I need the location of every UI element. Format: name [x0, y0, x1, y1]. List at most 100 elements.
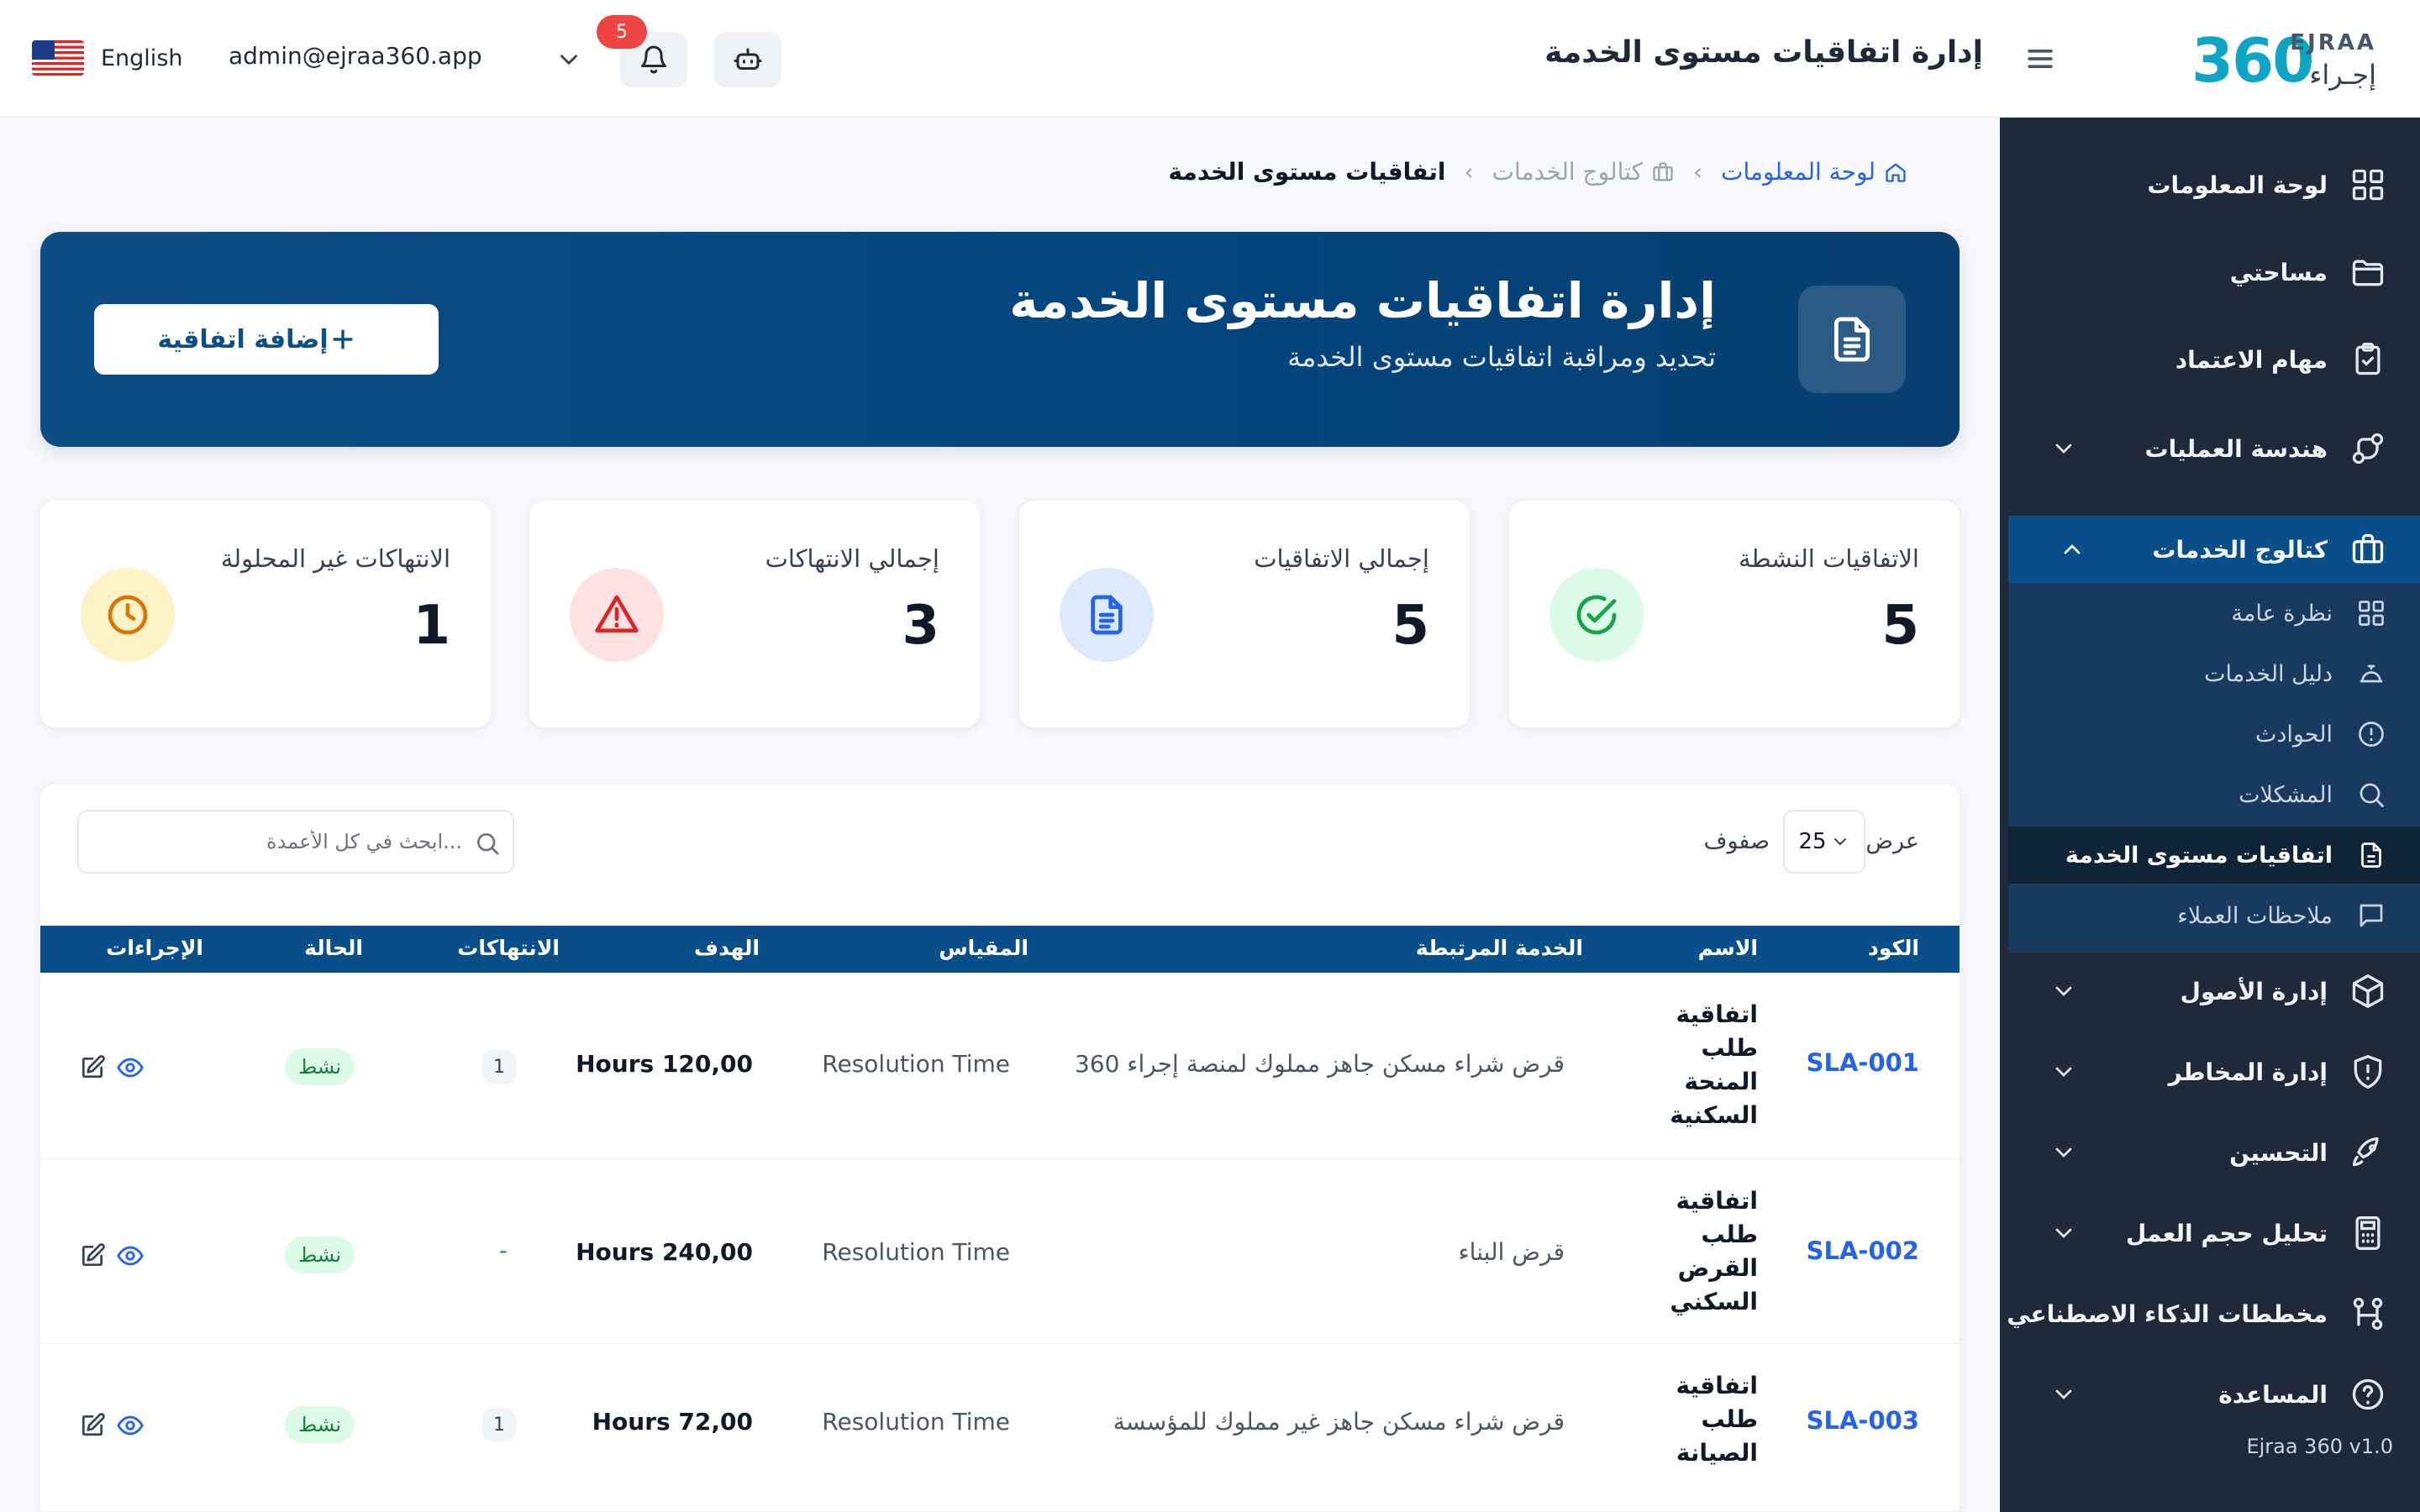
chevron-down-icon [1833, 838, 1846, 846]
column-header-metric[interactable]: المقياس [939, 936, 1028, 960]
edit-icon[interactable] [79, 1054, 106, 1081]
ai-assistant-button[interactable] [714, 32, 781, 87]
chevron-down-icon[interactable] [555, 45, 583, 74]
sidebar-item-my-space[interactable]: مساحتي [2000, 239, 2420, 306]
row-metric: Resolution Time [822, 1238, 1010, 1266]
breadcrumb-home[interactable]: لوحة المعلومات [1721, 158, 1907, 186]
row-code[interactable]: SLA-002 [1807, 1236, 1919, 1265]
bell-icon [641, 45, 666, 74]
us-flag-icon [32, 40, 84, 76]
breadcrumb-home-label: لوحة المعلومات [1721, 158, 1876, 186]
sidebar-item-process-engineering[interactable]: هندسة العمليات [2000, 415, 2420, 482]
sidebar-item-ai-workflows[interactable]: مخططات الذكاء الاصطناعي [2000, 1280, 2420, 1347]
sidebar-item-service-catalog[interactable]: كتالوج الخدمات [2008, 516, 2420, 583]
breadcrumb-catalog[interactable]: كتالوج الخدمات [1492, 158, 1675, 186]
language-label: English [101, 45, 183, 71]
briefcase-icon [2352, 533, 2384, 564]
column-header-name[interactable]: الاسم [1698, 936, 1758, 960]
sidebar-item-dashboard[interactable]: لوحة المعلومات [2000, 151, 2420, 218]
status-badge: نشط [285, 1048, 355, 1085]
column-header-violations[interactable]: الانتهاكات [457, 936, 560, 960]
submenu-item-label: الحوادث [2254, 721, 2333, 748]
search-box[interactable] [77, 810, 514, 874]
row-name: اتفاقية طلب المنحة السكنية [1670, 1000, 1758, 1129]
submenu-item-service-directory[interactable]: دليل الخدمات [2008, 645, 2420, 702]
sidebar-item-label: لوحة المعلومات [2147, 171, 2328, 199]
chevron-down-icon [2055, 986, 2072, 996]
edit-icon[interactable] [79, 1242, 106, 1269]
row-target: Hours 72,00 [592, 1408, 753, 1436]
clock-icon [81, 568, 175, 662]
page-title: إدارة اتفاقيات مستوى الخدمة [1544, 35, 1983, 70]
sidebar-item-asset-management[interactable]: إدارة الأصول [2000, 958, 2420, 1025]
help-icon [2352, 1378, 2384, 1410]
stat-value: 5 [1881, 595, 1919, 657]
briefcase-icon [1653, 161, 1673, 181]
logo[interactable]: 360 EJRAA إجـراء [2191, 22, 2376, 97]
column-header-target[interactable]: الهدف [694, 936, 760, 960]
language-switcher[interactable]: English [32, 40, 183, 76]
submenu-item-label: المشكلات [2238, 781, 2333, 808]
column-header-status[interactable]: الحالة [304, 936, 363, 960]
breadcrumb-current: اتفاقيات مستوى الخدمة [1169, 158, 1446, 186]
chevron-down-icon [2055, 1389, 2072, 1399]
alert-circle-icon [2359, 722, 2384, 747]
row-target: Hours 240,00 [576, 1238, 753, 1266]
logo-ar: إجـراء [2309, 59, 2376, 91]
row-code[interactable]: SLA-003 [1807, 1406, 1919, 1435]
stat-card-active-agreements: الاتفاقيات النشطة 5 [1509, 501, 1960, 727]
ai-workflow-icon [2353, 1297, 2383, 1331]
clipboard-check-icon [2355, 343, 2381, 375]
stat-value: 1 [413, 595, 450, 657]
sidebar-item-label: هندسة العمليات [2144, 434, 2328, 463]
hero-banner: إدارة اتفاقيات مستوى الخدمة تحديد ومراقب… [40, 232, 1960, 447]
row-name: اتفاقية طلب القرض السكني [1670, 1187, 1758, 1315]
view-eye-icon[interactable] [116, 1411, 145, 1440]
sidebar-item-label: مساحتي [2229, 258, 2328, 286]
plus-icon [333, 329, 353, 349]
sidebar-item-risk-management[interactable]: إدارة المخاطر [2000, 1038, 2420, 1105]
shield-alert-icon [2354, 1055, 2382, 1089]
submenu-item-sla[interactable]: اتفاقيات مستوى الخدمة [2008, 827, 2420, 884]
row-code[interactable]: SLA-001 [1807, 1048, 1919, 1077]
user-email[interactable]: admin@ejraa360.app [229, 42, 482, 70]
hero-subtitle: تحديد ومراقبة اتفاقيات مستوى الخدمة [1287, 341, 1716, 373]
submenu-item-customer-feedback[interactable]: ملاحظات العملاء [2008, 887, 2420, 944]
sidebar-item-help[interactable]: المساعدة [2000, 1361, 2420, 1428]
add-agreement-button[interactable]: إضافة اتفاقية [94, 304, 439, 375]
submenu-item-label: ملاحظات العملاء [2177, 902, 2333, 929]
sidebar-item-improvement[interactable]: التحسين [2000, 1119, 2420, 1186]
hero-document-icon [1798, 286, 1906, 393]
view-eye-icon[interactable] [116, 1242, 145, 1270]
edit-icon[interactable] [79, 1412, 106, 1439]
column-header-service[interactable]: الخدمة المرتبطة [1416, 936, 1583, 960]
row-service: قرض البناء [1458, 1238, 1565, 1266]
service-catalog-submenu: نظرة عامة دليل الخدمات الحوادث المشكلات … [2008, 583, 2420, 953]
row-service: قرض شراء مسكن جاهز مملوك لمنصة إجراء 360 [1074, 1050, 1565, 1078]
document-icon [2361, 843, 2381, 868]
search-icon [2360, 783, 2384, 807]
sidebar-item-label: كتالوج الخدمات [2152, 535, 2328, 564]
search-input[interactable] [109, 811, 462, 872]
breadcrumb-catalog-label: كتالوج الخدمات [1491, 158, 1643, 186]
column-header-code[interactable]: الكود [1868, 936, 1919, 960]
submenu-item-problems[interactable]: المشكلات [2008, 766, 2420, 823]
sidebar-item-workload-analysis[interactable]: تحليل حجم العمل [2000, 1200, 2420, 1267]
sidebar-item-approval-tasks[interactable]: مهام الاعتماد [2000, 326, 2420, 393]
rows-per-page-select[interactable]: 25 [1783, 810, 1865, 874]
status-badge: نشط [285, 1406, 355, 1443]
stat-value: 5 [1392, 595, 1429, 657]
sidebar: لوحة المعلومات مساحتي مهام الاعتماد هندس… [2000, 118, 2420, 1512]
table-row: SLA-003 اتفاقية طلب الصيانة قرض شراء مسك… [40, 1344, 1960, 1512]
table-row: SLA-001 اتفاقية طلب المنحة السكنية قرض ش… [40, 973, 1960, 1159]
submenu-item-overview[interactable]: نظرة عامة [2008, 585, 2420, 642]
row-metric: Resolution Time [822, 1408, 1010, 1436]
view-eye-icon[interactable] [116, 1053, 145, 1082]
box-icon [2352, 974, 2384, 1008]
chevron-down-icon [2055, 1147, 2072, 1158]
grid-icon [2359, 601, 2384, 626]
submenu-item-incidents[interactable]: الحوادث [2008, 706, 2420, 763]
sidebar-item-label: إدارة المخاطر [2168, 1058, 2328, 1086]
sidebar-item-label: مهام الاعتماد [2175, 345, 2328, 374]
stat-label: الانتهاكات غير المحلولة [220, 544, 450, 573]
